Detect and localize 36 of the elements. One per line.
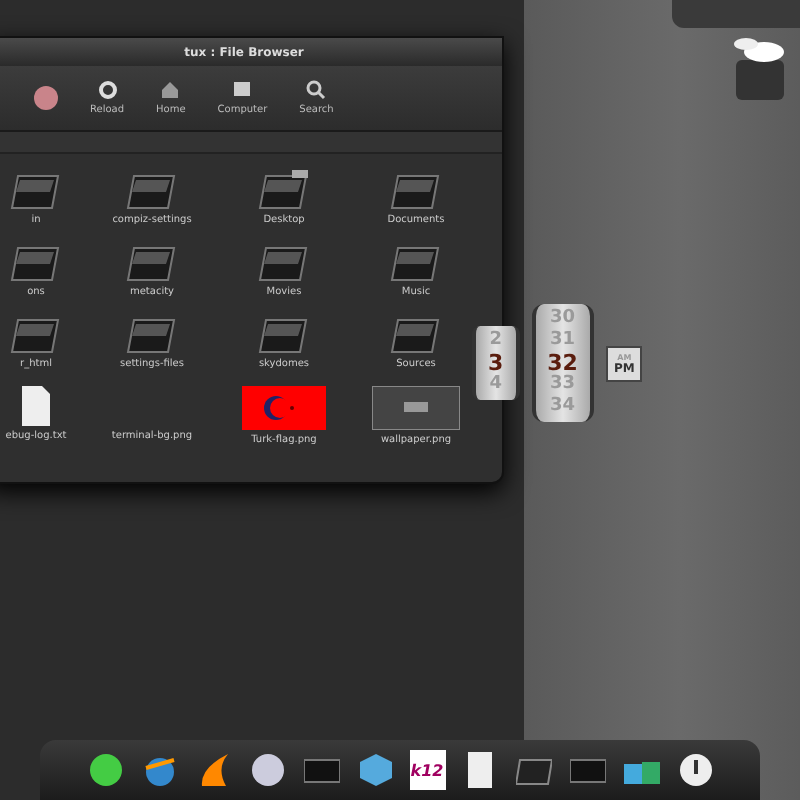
document-icon bbox=[22, 386, 50, 426]
sphere-icon[interactable] bbox=[247, 750, 287, 790]
minute-number: 32 bbox=[547, 352, 578, 374]
folder-icon bbox=[390, 314, 442, 354]
k12-app-icon[interactable]: k12 bbox=[409, 750, 445, 790]
folder-icon bbox=[258, 242, 310, 282]
hour-number: 2 bbox=[489, 330, 502, 352]
home-icon bbox=[160, 80, 181, 100]
power-icon[interactable] bbox=[675, 750, 715, 790]
minute-number: 30 bbox=[550, 308, 576, 330]
toolbar-button[interactable] bbox=[30, 86, 62, 110]
folder-icon bbox=[258, 314, 310, 354]
folder-icon bbox=[390, 170, 442, 210]
folder-icon bbox=[126, 170, 178, 210]
stop-icon bbox=[34, 86, 58, 110]
weather-widget bbox=[732, 32, 788, 100]
computer-icon bbox=[232, 80, 253, 100]
reload-icon bbox=[97, 80, 117, 100]
minute-number: 33 bbox=[550, 374, 576, 396]
folder-icon bbox=[10, 314, 62, 354]
hour-number: 3 bbox=[488, 352, 504, 374]
minute-number: 34 bbox=[550, 396, 576, 418]
folder-icon bbox=[390, 242, 442, 282]
folder-icon bbox=[10, 242, 62, 282]
search-icon bbox=[306, 80, 327, 100]
folder-icon bbox=[126, 314, 178, 354]
top-panel bbox=[672, 0, 800, 28]
minute-number: 31 bbox=[550, 330, 576, 352]
flag-image bbox=[242, 386, 326, 430]
wallpaper-thumbnail bbox=[372, 386, 460, 430]
cube-icon[interactable] bbox=[355, 750, 395, 790]
folder-icon bbox=[258, 170, 310, 210]
circle-app-icon[interactable] bbox=[85, 750, 125, 790]
folder-icon bbox=[10, 170, 62, 210]
folder-icon bbox=[126, 242, 178, 282]
hour-number: 4 bbox=[489, 374, 502, 396]
